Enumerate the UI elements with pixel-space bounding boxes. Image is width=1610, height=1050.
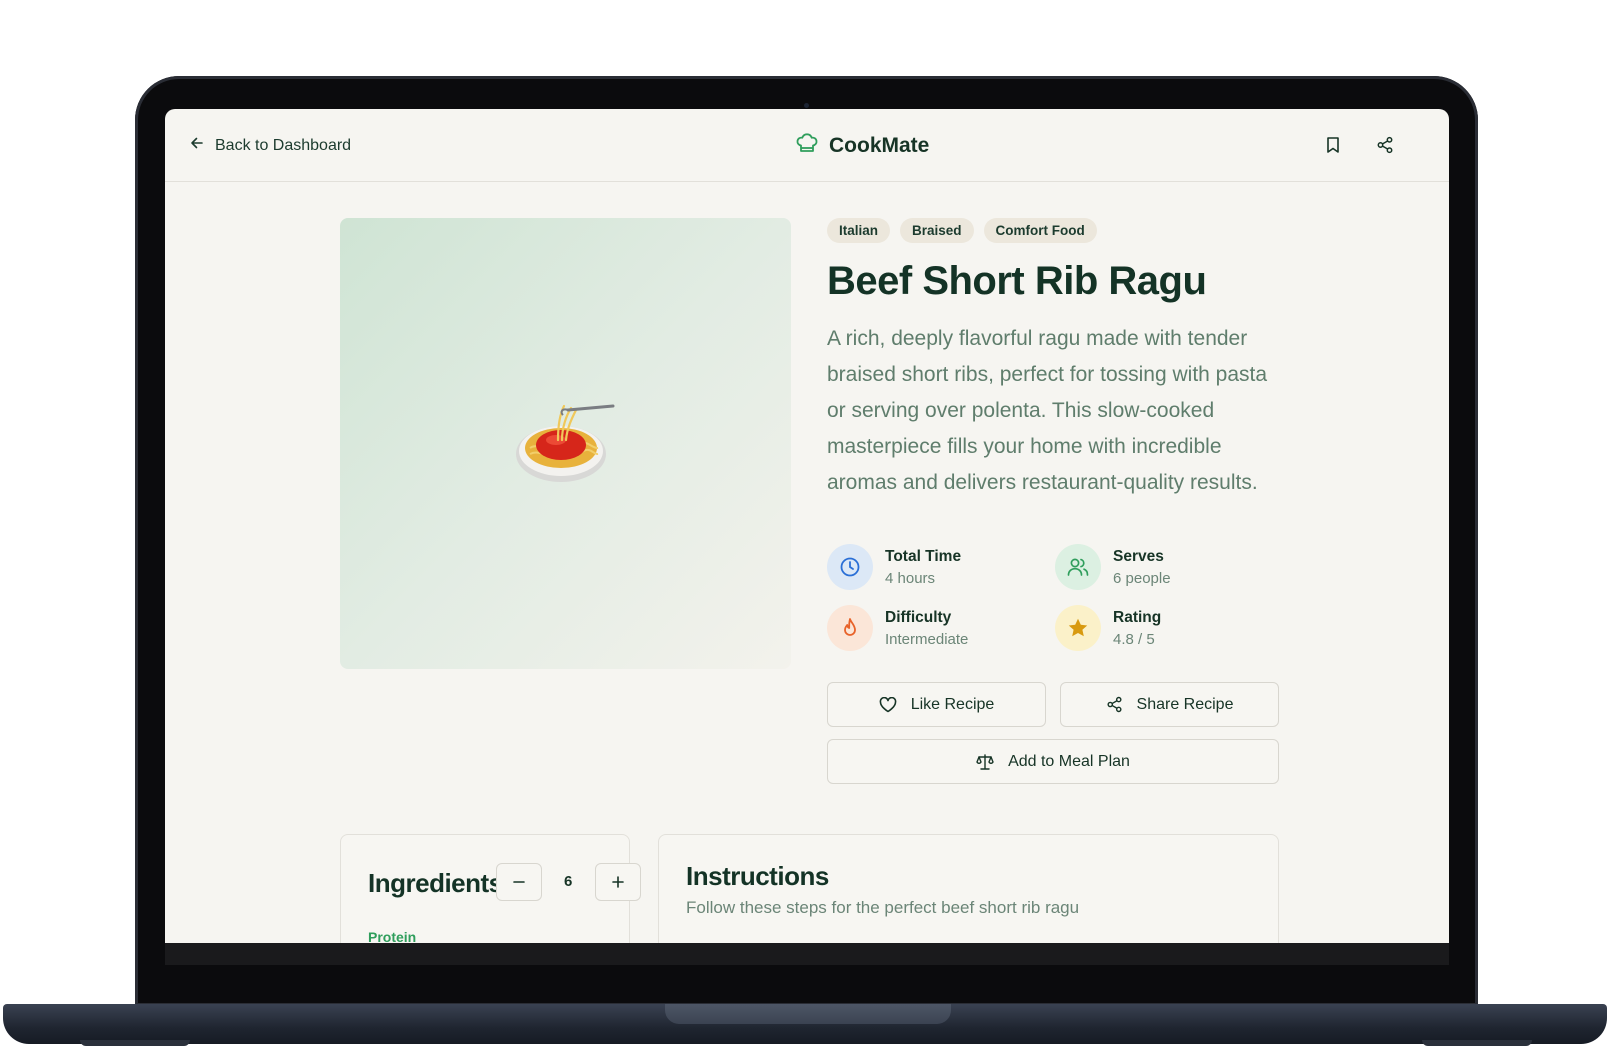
scale-icon <box>976 753 994 770</box>
bookmark-icon <box>1327 137 1339 153</box>
clock-icon <box>827 544 873 590</box>
add-to-meal-plan-button[interactable]: Add to Meal Plan <box>827 739 1279 784</box>
meta-serves: Serves 6 people <box>1055 544 1171 590</box>
total-time-value: 4 hours <box>885 569 936 587</box>
like-recipe-button[interactable]: Like Recipe <box>827 682 1046 727</box>
instructions-title: Instructions <box>686 861 829 891</box>
laptop-notch <box>665 1004 951 1024</box>
like-recipe-label: Like Recipe <box>910 695 995 713</box>
star-icon <box>1055 605 1101 651</box>
total-time-label: Total Time <box>885 547 962 565</box>
instructions-subtitle: Follow these steps for the perfect beef … <box>686 898 1080 917</box>
meta-rating: Rating 4.8 / 5 <box>1055 605 1161 651</box>
ingredient-section-label: Protein <box>368 929 417 943</box>
ingredients-title: Ingredients <box>368 868 503 898</box>
meta-difficulty: Difficulty Intermediate <box>827 605 968 651</box>
share-icon <box>1377 136 1393 154</box>
serves-label: Serves <box>1113 547 1164 565</box>
tag-comfort-food[interactable]: Comfort Food <box>983 218 1097 243</box>
back-to-dashboard-link[interactable]: Back to Dashboard <box>189 135 351 156</box>
laptop-chin <box>165 943 1449 965</box>
laptop-foot-left <box>80 1040 190 1046</box>
recipe-description: A rich, deeply flavorful ragu made with … <box>827 327 1268 494</box>
share-recipe-label: Share Recipe <box>1136 695 1234 713</box>
bookmark-button[interactable] <box>1321 133 1345 157</box>
heart-icon <box>879 696 897 712</box>
serves-value: 6 people <box>1113 569 1171 587</box>
chef-hat-icon <box>795 131 819 160</box>
app-screen: Back to Dashboard CookMate Italian Brais… <box>165 109 1449 943</box>
recipe-tags: Italian Braised Comfort Food <box>827 218 1097 243</box>
flame-icon <box>827 605 873 651</box>
spaghetti-dish-illustration <box>516 398 616 493</box>
decrease-servings-button[interactable] <box>496 863 542 901</box>
rating-label: Rating <box>1113 608 1162 626</box>
servings-count: 6 <box>564 873 573 890</box>
laptop-foot-right <box>1422 1040 1532 1046</box>
instructions-card: Instructions Follow these steps for the … <box>658 834 1279 943</box>
laptop-base <box>3 1004 1607 1044</box>
ingredients-card: Ingredients 6 Protein <box>340 834 641 943</box>
tag-braised[interactable]: Braised <box>900 218 974 243</box>
users-icon <box>1055 544 1101 590</box>
share-recipe-button[interactable]: Share Recipe <box>1060 682 1279 727</box>
minus-icon <box>513 881 525 883</box>
share-icon <box>1106 696 1122 713</box>
recipe-title: Beef Short Rib Ragu <box>827 259 1207 303</box>
app-header: Back to Dashboard CookMate <box>165 109 1449 182</box>
header-share-button[interactable] <box>1373 133 1397 157</box>
meta-total-time: Total Time 4 hours <box>827 544 961 590</box>
difficulty-value: Intermediate <box>885 630 969 648</box>
plus-icon <box>612 876 624 888</box>
camera-dot <box>804 103 809 108</box>
brand-name: CookMate <box>829 133 930 157</box>
arrow-left-icon <box>189 135 205 156</box>
difficulty-label: Difficulty <box>885 608 952 626</box>
brand-logo[interactable]: CookMate <box>795 131 929 160</box>
add-to-meal-plan-label: Add to Meal Plan <box>1008 752 1130 770</box>
rating-value: 4.8 / 5 <box>1113 630 1155 648</box>
increase-servings-button[interactable] <box>595 863 641 901</box>
recipe-image <box>340 218 791 669</box>
tag-italian[interactable]: Italian <box>827 218 891 243</box>
back-link-label: Back to Dashboard <box>215 136 352 154</box>
